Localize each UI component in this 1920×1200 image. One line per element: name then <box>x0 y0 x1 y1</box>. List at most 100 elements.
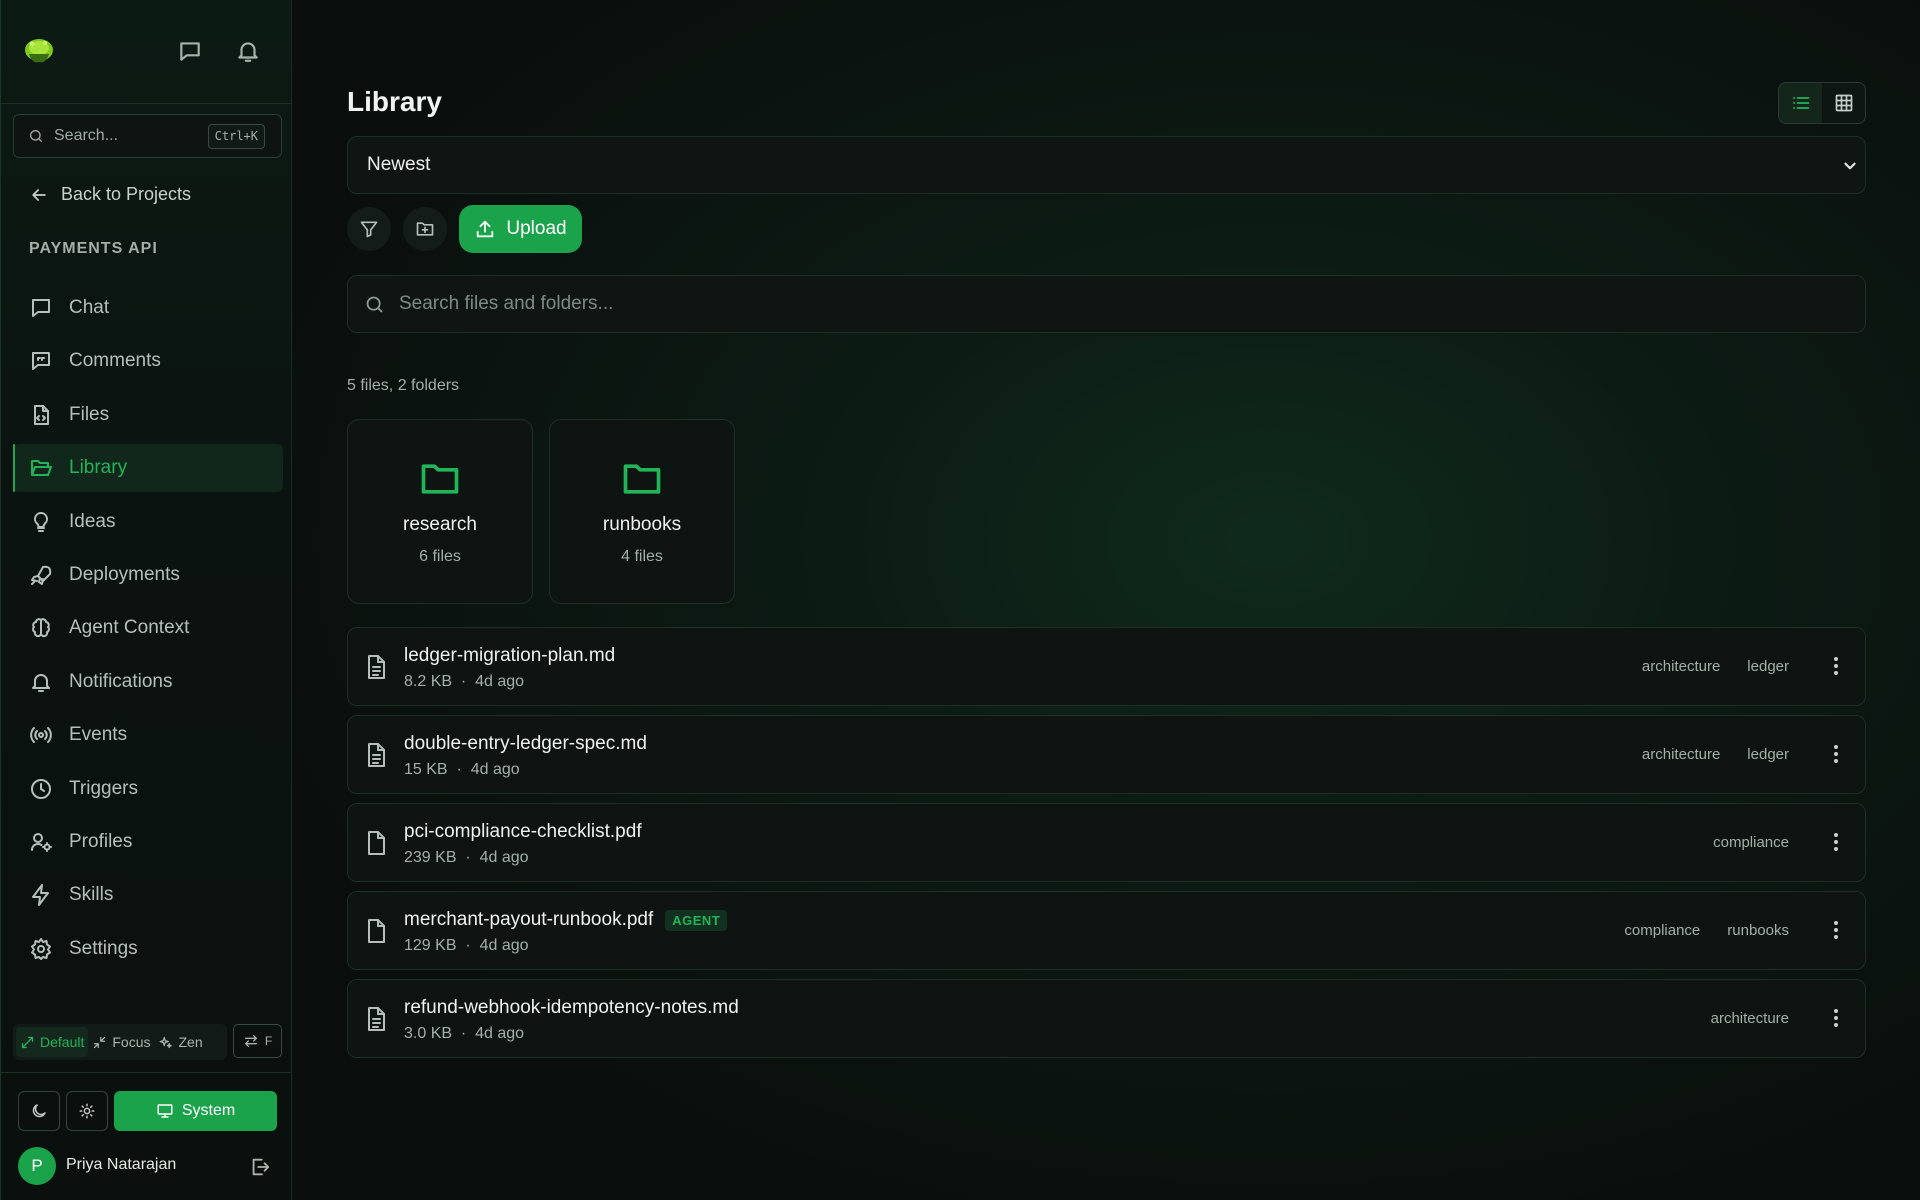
file-name: merchant-payout-runbook.pdf <box>404 909 654 930</box>
search-icon <box>30 130 42 142</box>
sidebar-item-label: Comments <box>69 350 161 372</box>
sidebar-item-comments[interactable]: Comments <box>13 337 283 385</box>
more-options-icon[interactable] <box>1833 742 1839 766</box>
filter-icon <box>360 221 378 238</box>
sidebar-item-notifications[interactable]: Notifications <box>13 658 283 706</box>
text-file-icon <box>368 1007 385 1031</box>
folder-file-count: 4 files <box>621 548 663 565</box>
sidebar-item-chat[interactable]: Chat <box>13 284 283 332</box>
folder-plus-icon <box>416 222 434 236</box>
sidebar-item-deployments[interactable]: Deployments <box>13 551 283 599</box>
system-theme-button[interactable]: System <box>114 1091 277 1131</box>
lightning-icon <box>32 884 49 907</box>
agent-badge: AGENT <box>665 909 728 931</box>
more-options-icon[interactable] <box>1833 1006 1839 1030</box>
sort-select[interactable]: Newest <box>347 136 1866 194</box>
light-theme-button[interactable] <box>66 1091 108 1131</box>
grid-view-button[interactable] <box>1822 83 1865 123</box>
list-view-button[interactable] <box>1779 83 1822 123</box>
text-file-icon <box>368 655 385 679</box>
brain-icon <box>32 618 50 638</box>
file-row[interactable]: pci-compliance-checklist.pdf 239 KB · 4d… <box>347 803 1866 882</box>
new-folder-button[interactable] <box>403 207 447 251</box>
sort-selected-value: Newest <box>367 154 431 175</box>
tag[interactable]: runbooks <box>1727 922 1789 939</box>
sidebar-item-agent-context[interactable]: Agent Context <box>13 604 283 652</box>
sidebar-item-settings[interactable]: Settings <box>13 925 283 973</box>
dark-theme-button[interactable] <box>18 1091 60 1131</box>
file-tags: compliance <box>1686 834 1789 851</box>
file-tags: architecture ledger <box>1615 746 1789 763</box>
back-to-projects-link[interactable]: Back to Projects <box>29 184 191 205</box>
meta-separator: · <box>460 673 467 690</box>
file-age: 4d ago <box>479 849 529 866</box>
file-age: 4d ago <box>479 937 529 954</box>
more-options-icon[interactable] <box>1833 830 1839 854</box>
chat-icon[interactable] <box>177 38 203 64</box>
file-search <box>347 275 1866 333</box>
folder-card-runbooks[interactable]: runbooks 4 files <box>549 419 735 604</box>
upload-button[interactable]: Upload <box>459 205 582 253</box>
more-options-icon[interactable] <box>1833 918 1839 942</box>
file-meta: 15 KB · 4d ago <box>404 761 520 779</box>
file-size: 15 KB <box>404 761 448 778</box>
file-meta: 129 KB · 4d ago <box>404 937 529 955</box>
sidebar-item-events[interactable]: Events <box>13 711 283 759</box>
list-icon <box>1792 97 1809 109</box>
file-name-wrap: merchant-payout-runbook.pdf AGENT <box>404 909 728 931</box>
sidebar-item-profiles[interactable]: Profiles <box>13 818 283 866</box>
arrow-left-icon <box>32 188 46 201</box>
logout-icon[interactable] <box>249 1156 271 1178</box>
grid-icon <box>1835 94 1852 112</box>
project-name: PAYMENTS API <box>29 240 158 257</box>
logo-icon[interactable] <box>23 36 55 66</box>
folder-card-research[interactable]: research 6 files <box>347 419 533 604</box>
file-name: refund-webhook-idempotency-notes.md <box>404 997 739 1018</box>
filter-button[interactable] <box>347 207 391 251</box>
swap-key-label: F <box>264 1034 273 1048</box>
sidebar-item-files[interactable]: Files <box>13 391 283 439</box>
file-row[interactable]: ledger-migration-plan.md 8.2 KB · 4d ago… <box>347 627 1866 706</box>
sidebar-item-label: Events <box>69 724 128 746</box>
bell-icon[interactable] <box>235 38 261 64</box>
file-tags: architecture ledger <box>1615 658 1789 675</box>
tag[interactable]: compliance <box>1624 922 1700 939</box>
tag[interactable]: architecture <box>1711 1010 1789 1027</box>
tag[interactable]: architecture <box>1642 746 1720 763</box>
file-age: 4d ago <box>470 761 520 778</box>
sidebar-footer: System P Priya Natarajan <box>1 1072 292 1200</box>
mode-zen-button[interactable]: Zen <box>154 1027 206 1057</box>
sidebar-item-label: Settings <box>69 937 138 959</box>
sidebar-header <box>1 0 292 104</box>
file-row[interactable]: merchant-payout-runbook.pdf AGENT 129 KB… <box>347 891 1866 970</box>
sidebar-search[interactable]: Search... Ctrl+K <box>13 114 282 158</box>
file-meta: 8.2 KB · 4d ago <box>404 673 524 691</box>
folder-icon <box>421 464 459 494</box>
file-name-wrap: refund-webhook-idempotency-notes.md <box>404 997 739 1019</box>
mode-focus-button[interactable]: Focus <box>88 1027 154 1057</box>
sidebar-nav: Chat Comments Files Library Ideas Deploy… <box>13 284 283 978</box>
sidebar-item-ideas[interactable]: Ideas <box>13 498 283 546</box>
avatar[interactable]: P <box>18 1147 56 1185</box>
sidebar-item-library[interactable]: Library <box>13 444 283 493</box>
file-row[interactable]: refund-webhook-idempotency-notes.md 3.0 … <box>347 979 1866 1058</box>
more-options-icon[interactable] <box>1833 654 1839 678</box>
file-tags: compliance runbooks <box>1597 922 1789 939</box>
swap-icon <box>244 1035 257 1047</box>
sidebar-item-skills[interactable]: Skills <box>13 871 283 919</box>
file-search-input[interactable] <box>399 293 1799 315</box>
sidebar-item-triggers[interactable]: Triggers <box>13 765 283 813</box>
layout-mode-selector: Default Focus Zen <box>13 1024 227 1060</box>
swap-sidebar-button[interactable]: F <box>233 1024 282 1058</box>
tag[interactable]: architecture <box>1642 658 1720 675</box>
tag[interactable]: ledger <box>1747 746 1789 763</box>
mode-default-button[interactable]: Default <box>16 1027 89 1057</box>
file-icon <box>368 919 385 943</box>
file-row[interactable]: double-entry-ledger-spec.md 15 KB · 4d a… <box>347 715 1866 794</box>
tag[interactable]: ledger <box>1747 658 1789 675</box>
sidebar: Search... Ctrl+K Back to Projects PAYMEN… <box>0 0 292 1200</box>
back-label: Back to Projects <box>61 184 192 204</box>
tag[interactable]: compliance <box>1713 834 1789 851</box>
expand-icon <box>21 1036 34 1048</box>
file-size: 8.2 KB <box>404 673 453 690</box>
